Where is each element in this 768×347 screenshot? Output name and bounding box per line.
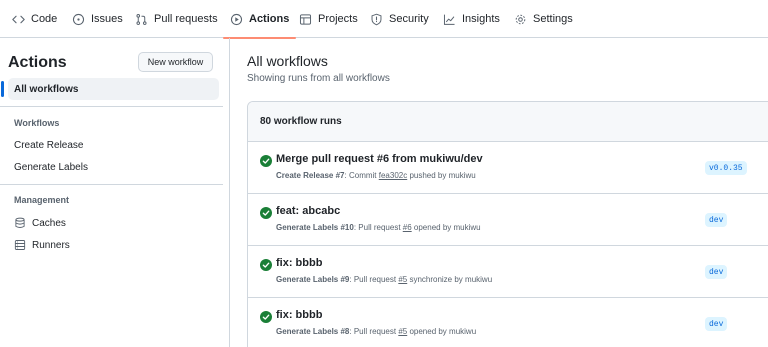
- graph-icon: [443, 13, 456, 26]
- run-meta: Generate Labels #9: Pull request #5 sync…: [276, 275, 492, 284]
- run-number: #10: [340, 223, 354, 232]
- sidebar-item-caches[interactable]: Caches: [8, 212, 219, 234]
- run-meta-suffix: opened by mukiwu: [411, 223, 481, 232]
- tab-settings[interactable]: Settings: [514, 0, 573, 38]
- pull-request-link[interactable]: #5: [398, 275, 407, 284]
- commit-link[interactable]: fea302c: [379, 171, 407, 180]
- branch-badge[interactable]: dev: [705, 265, 728, 279]
- run-meta: Generate Labels #8: Pull request #5 open…: [276, 327, 476, 336]
- run-meta-suffix: opened by mukiwu: [407, 327, 477, 336]
- sidebar-item-label: All workflows: [14, 83, 79, 95]
- check-circle-icon: [260, 154, 272, 172]
- run-workflow-name: Create Release: [276, 171, 334, 180]
- divider: [0, 106, 223, 107]
- runs-count: 80 workflow runs: [260, 116, 342, 127]
- sidebar-item-runners[interactable]: Runners: [8, 234, 219, 256]
- sidebar-item-label: Runners: [32, 239, 70, 251]
- run-meta-suffix: pushed by mukiwu: [407, 171, 476, 180]
- run-title-link[interactable]: fix: bbbb: [276, 309, 322, 321]
- tab-insights[interactable]: Insights: [443, 0, 500, 38]
- sidebar-item-label: Create Release: [14, 139, 84, 151]
- tab-label: Insights: [462, 13, 500, 25]
- new-workflow-button[interactable]: New workflow: [138, 52, 213, 72]
- run-meta-prefix: : Pull request: [349, 275, 399, 284]
- gear-icon: [514, 13, 527, 26]
- workflow-run-row[interactable]: fix: bbbb Generate Labels #9: Pull reque…: [248, 246, 768, 298]
- runs-count-header: 80 workflow runs: [248, 102, 768, 142]
- workflows-section-heading: Workflows: [14, 118, 60, 128]
- table-icon: [299, 13, 312, 26]
- run-workflow-name: Generate Labels: [276, 223, 339, 232]
- tab-security[interactable]: Security: [370, 0, 429, 38]
- run-meta: Create Release #7: Commit fea302c pushed…: [276, 171, 476, 180]
- tab-label: Security: [389, 13, 429, 25]
- run-meta-prefix: : Commit: [344, 171, 379, 180]
- sidebar-item-all-workflows[interactable]: All workflows: [1, 78, 219, 100]
- branch-badge[interactable]: dev: [705, 317, 728, 331]
- tab-actions[interactable]: Actions: [222, 0, 297, 39]
- check-circle-icon: [260, 310, 272, 328]
- tab-code[interactable]: Code: [12, 0, 57, 38]
- git-pull-request-icon: [135, 13, 148, 26]
- tab-pull-requests[interactable]: Pull requests: [135, 0, 218, 38]
- sidebar-item-generate-labels[interactable]: Generate Labels: [8, 156, 219, 178]
- server-icon: [14, 239, 26, 251]
- workflow-run-row[interactable]: Merge pull request #6 from mukiwu/dev Cr…: [248, 142, 768, 194]
- sidebar-item-label: Caches: [32, 217, 66, 229]
- check-circle-icon: [260, 258, 272, 276]
- database-icon: [14, 217, 26, 229]
- issue-opened-icon: [72, 13, 85, 26]
- sidebar-item-create-release[interactable]: Create Release: [8, 134, 219, 156]
- run-workflow-name: Generate Labels: [276, 327, 339, 336]
- tab-label: Actions: [249, 13, 290, 25]
- tab-label: Projects: [318, 13, 358, 25]
- shield-icon: [370, 13, 383, 26]
- check-circle-icon: [260, 206, 272, 224]
- repo-nav: Code Issues Pull requests Actions Projec…: [0, 0, 768, 39]
- run-workflow-name: Generate Labels: [276, 275, 339, 284]
- page-title: All workflows: [247, 53, 328, 69]
- branch-badge[interactable]: v0.0.35: [705, 161, 747, 175]
- pull-request-link[interactable]: #6: [403, 223, 412, 232]
- run-title-link[interactable]: fix: bbbb: [276, 257, 322, 269]
- tab-label: Code: [31, 13, 58, 25]
- sidebar-item-label: Generate Labels: [14, 161, 88, 173]
- workflow-runs-list: 80 workflow runs Merge pull request #6 f…: [247, 101, 768, 347]
- tab-label: Settings: [533, 13, 573, 25]
- run-title-link[interactable]: feat: abcabc: [276, 205, 340, 217]
- code-icon: [12, 13, 25, 26]
- tab-projects[interactable]: Projects: [299, 0, 358, 38]
- run-number: #7: [335, 171, 345, 180]
- tab-label: Pull requests: [154, 13, 218, 25]
- workflow-run-row[interactable]: feat: abcabc Generate Labels #10: Pull r…: [248, 194, 768, 246]
- tab-label: Issues: [91, 13, 123, 25]
- page-subtitle: Showing runs from all workflows: [247, 73, 390, 84]
- run-meta-prefix: : Pull request: [349, 327, 399, 336]
- run-title-link[interactable]: Merge pull request #6 from mukiwu/dev: [276, 153, 483, 165]
- sidebar: Actions New workflow All workflows Workf…: [0, 38, 230, 347]
- management-section-heading: Management: [14, 195, 70, 205]
- run-meta: Generate Labels #10: Pull request #6 ope…: [276, 223, 481, 232]
- play-icon: [230, 13, 243, 26]
- tab-issues[interactable]: Issues: [72, 0, 123, 38]
- run-meta-prefix: : Pull request: [353, 223, 403, 232]
- branch-badge[interactable]: dev: [705, 213, 728, 227]
- pull-request-link[interactable]: #5: [398, 327, 407, 336]
- workflow-run-row[interactable]: fix: bbbb Generate Labels #8: Pull reque…: [248, 298, 768, 347]
- divider: [0, 184, 223, 185]
- sidebar-title: Actions: [8, 54, 67, 71]
- run-meta-suffix: synchronize by mukiwu: [407, 275, 493, 284]
